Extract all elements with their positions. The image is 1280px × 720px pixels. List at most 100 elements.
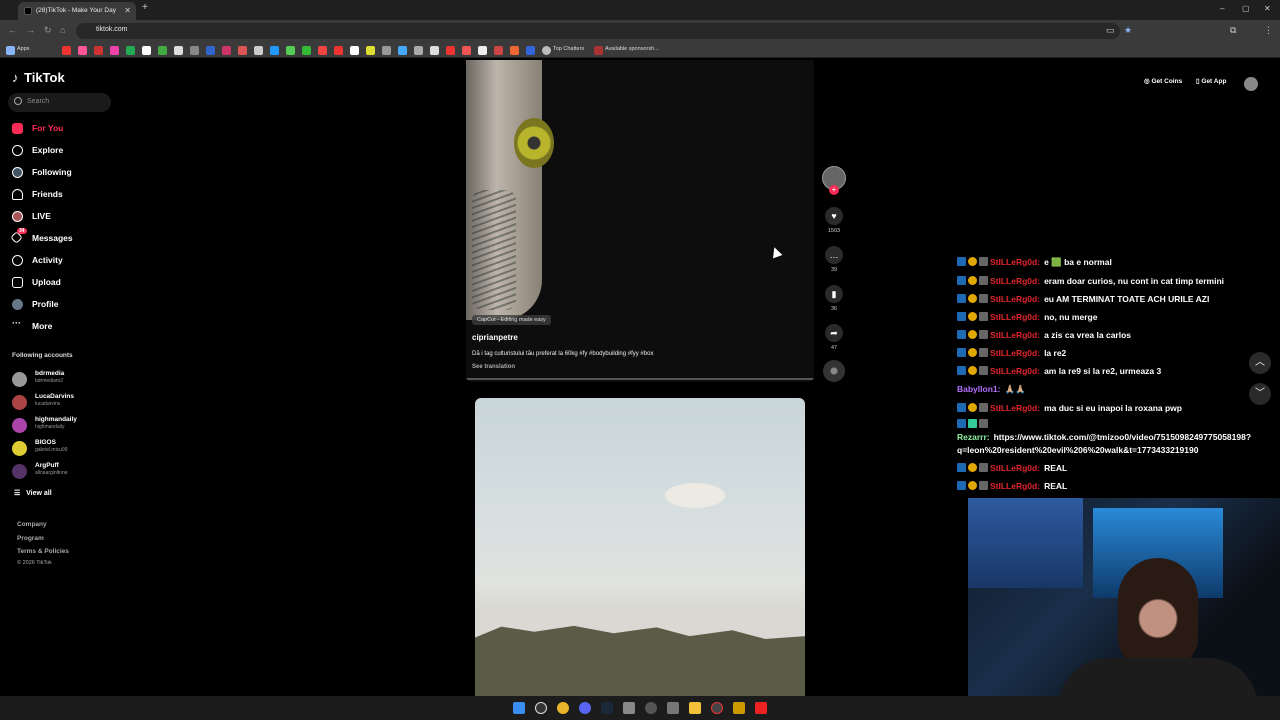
file-explorer-icon[interactable]: [689, 702, 701, 714]
chrome-icon[interactable]: [557, 702, 569, 714]
app-icon[interactable]: [667, 702, 679, 714]
bookmark-top-chatters[interactable]: Top Chatters: [553, 46, 584, 52]
avatar: [12, 441, 27, 456]
footer-company[interactable]: Company: [17, 521, 47, 528]
bookmark-icon[interactable]: [190, 46, 199, 55]
app-icon[interactable]: [755, 702, 767, 714]
steam-icon[interactable]: [601, 702, 613, 714]
next-video-player[interactable]: [475, 398, 805, 696]
bookmark-icon[interactable]: [206, 46, 215, 55]
os-taskbar: [0, 696, 1280, 720]
chat-message: StILLeRg0d: eu AM TERMINAT TOATE ACH URIL…: [957, 294, 1209, 304]
start-icon[interactable]: [513, 702, 525, 714]
avatar: [12, 372, 27, 387]
video-player[interactable]: CapCut - Editing made easy ciprianpetre …: [466, 60, 814, 382]
app-icon[interactable]: [733, 702, 745, 714]
previous-video-button[interactable]: ︿: [1249, 352, 1271, 374]
bookmark-icon[interactable]: [158, 46, 167, 55]
bookmark-icon[interactable]: [110, 46, 119, 55]
new-tab-icon[interactable]: +: [142, 2, 148, 13]
comment-button[interactable]: … 39: [824, 246, 844, 273]
search-input[interactable]: Search: [8, 93, 111, 112]
footer-program[interactable]: Program: [17, 535, 44, 542]
discord-icon[interactable]: [579, 702, 591, 714]
share-button[interactable]: ➦ 47: [824, 324, 844, 351]
follow-plus-icon[interactable]: +: [829, 185, 839, 195]
close-tab-icon[interactable]: ✕: [124, 2, 131, 20]
reload-icon[interactable]: ↻: [44, 25, 52, 36]
extensions-icon[interactable]: ⧉: [1230, 25, 1236, 36]
bookmark-icon[interactable]: [414, 46, 423, 55]
user-avatar[interactable]: [1244, 77, 1258, 91]
badge-icon: [979, 419, 988, 428]
bookmark-icon[interactable]: [526, 46, 535, 55]
bookmark-icon[interactable]: [478, 46, 487, 55]
footer-terms[interactable]: Terms & Policies: [17, 548, 69, 555]
bookmark-icon[interactable]: [350, 46, 359, 55]
video-author[interactable]: ciprianpetre: [472, 333, 518, 342]
bookmark-apps[interactable]: Apps: [17, 46, 30, 52]
bookmark-icon[interactable]: [126, 46, 135, 55]
apps-grid-icon[interactable]: [6, 46, 15, 55]
browser-tab[interactable]: (28)TikTok - Make Your Day ✕: [18, 2, 136, 20]
search-taskbar-icon[interactable]: [535, 702, 547, 714]
bookmark-icon[interactable]: [238, 46, 247, 55]
maximize-icon[interactable]: ▢: [1242, 4, 1250, 13]
chat-message: StILLeRg0d: la re2: [957, 348, 1066, 358]
bookmark-icon[interactable]: [318, 46, 327, 55]
bookmark-icon[interactable]: [334, 46, 343, 55]
tiktok-logo[interactable]: ♪ TikTok: [12, 70, 65, 85]
badge-icon: [968, 312, 977, 321]
bookmark-icon[interactable]: [302, 46, 311, 55]
bookmark-icon[interactable]: [174, 46, 183, 55]
video-progress-bar[interactable]: [466, 378, 814, 380]
bookmark-icon[interactable]: [398, 46, 407, 55]
see-translation-link[interactable]: See translation: [472, 364, 515, 370]
tiktok-favicon-icon: [24, 7, 32, 15]
bookmark-icon[interactable]: [286, 46, 295, 55]
browser-menu-icon[interactable]: ⋮: [1264, 25, 1273, 36]
badge-icon: [979, 366, 988, 375]
next-video-button[interactable]: ﹀: [1249, 383, 1271, 405]
bookmark-icon[interactable]: [366, 46, 375, 55]
get-coins-button[interactable]: ◎ Get Coins: [1144, 77, 1182, 91]
cast-icon[interactable]: ▭: [1106, 25, 1115, 36]
badge-icon: [968, 330, 977, 339]
home-browser-icon[interactable]: ⌂: [60, 25, 65, 35]
address-bar[interactable]: [76, 23, 1120, 39]
app-icon[interactable]: [623, 702, 635, 714]
bookmark-star-icon[interactable]: ★: [1124, 25, 1132, 36]
get-app-button[interactable]: ▯ Get App: [1196, 77, 1226, 91]
chat-message: StILLeRg0d: REAL: [957, 463, 1067, 473]
close-window-icon[interactable]: ✕: [1264, 4, 1271, 13]
bookmark-icon[interactable]: [142, 46, 151, 55]
following-accounts-title: Following accounts: [12, 352, 73, 359]
forward-icon[interactable]: →: [26, 25, 35, 35]
bookmark-icon[interactable]: [494, 46, 503, 55]
like-button[interactable]: ♥ 1503: [824, 207, 844, 234]
bookmark-icon[interactable]: [382, 46, 391, 55]
app-icon[interactable]: [645, 702, 657, 714]
address-bar-url: tiktok.com: [96, 26, 128, 33]
bookmark-icon[interactable]: [222, 46, 231, 55]
bookmark-icon[interactable]: [510, 46, 519, 55]
bookmark-icon[interactable]: [270, 46, 279, 55]
search-placeholder: Search: [27, 98, 50, 105]
back-icon[interactable]: ←: [8, 25, 17, 35]
bookmark-icon[interactable]: [94, 46, 103, 55]
bookmark-icon[interactable]: [446, 46, 455, 55]
bookmark-available-sponsors[interactable]: Available sponsorsh...: [605, 46, 659, 52]
bookmark-icon[interactable]: [430, 46, 439, 55]
view-all-link[interactable]: ☰ View all: [14, 489, 52, 497]
tab-title: (28)TikTok - Make Your Day: [36, 7, 116, 14]
app-icon[interactable]: [711, 702, 723, 714]
bookmark-icon[interactable]: [462, 46, 471, 55]
minimize-icon[interactable]: –: [1220, 4, 1224, 13]
save-button[interactable]: ▮ 36: [824, 285, 844, 312]
music-disc-icon[interactable]: [823, 360, 845, 382]
more-icon: ···: [12, 318, 21, 328]
bookmark-icon[interactable]: [62, 46, 71, 55]
badge-icon: [979, 481, 988, 490]
bookmark-icon[interactable]: [78, 46, 87, 55]
bookmark-icon[interactable]: [254, 46, 263, 55]
